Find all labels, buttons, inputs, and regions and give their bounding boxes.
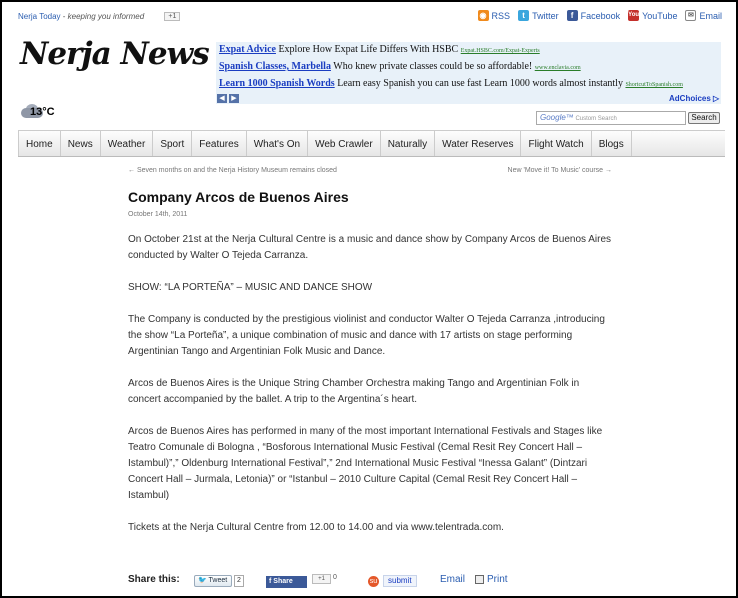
twitter-label: Twitter	[532, 10, 559, 21]
ad-title[interactable]: Spanish Classes, Marbella	[219, 61, 331, 72]
print-icon	[475, 575, 484, 584]
social-links: ◉ RSS t Twitter f Facebook You YouTube ✉ Emai…	[477, 10, 722, 21]
facebook-share-label: Share	[273, 578, 293, 585]
facebook-label: Facebook	[580, 10, 621, 21]
rss-link[interactable]: ◉ RSS	[477, 10, 511, 21]
share-bar: Share this: 🐦 Tweet 2 f Share +1 0 su su…	[128, 574, 628, 588]
ad-block: Expat Advice Explore How Expat Life Diff…	[216, 42, 721, 104]
ad-description: Learn easy Spanish you can use fast Lear…	[337, 78, 623, 89]
rss-label: RSS	[491, 10, 511, 21]
ad-description: Who knew private classes could be so aff…	[333, 61, 533, 72]
tweet-count: 2	[234, 575, 244, 587]
article-body: On October 21st at the Nerja Cultural Ce…	[128, 232, 612, 552]
nav-item-water-reserves[interactable]: Water Reserves	[435, 131, 522, 156]
search-button[interactable]: Search	[688, 112, 720, 124]
search-placeholder: Custom Search	[575, 116, 617, 122]
ad-description: Explore How Expat Life Differs With HSBC	[278, 44, 459, 55]
print-label: Print	[487, 574, 508, 585]
email-share-link[interactable]: Email	[440, 574, 465, 585]
stumbleupon-icon: su	[368, 575, 379, 587]
ad-item[interactable]: Learn 1000 Spanish Words Learn easy Span…	[219, 78, 683, 89]
ad-next-icon[interactable]: ▶	[229, 94, 239, 103]
ad-item[interactable]: Expat Advice Explore How Expat Life Diff…	[219, 44, 540, 55]
submit-label: submit	[383, 575, 417, 587]
site-name-link[interactable]: Nerja Today	[18, 12, 61, 21]
email-top-link[interactable]: ✉ Email	[685, 10, 722, 21]
nav-item-web-crawler[interactable]: Web Crawler	[308, 131, 381, 156]
next-post-link[interactable]: New 'Move it! To Music' course →	[508, 167, 612, 174]
main-nav: Home News Weather Sport Features What's …	[18, 130, 725, 157]
article-paragraph: Tickets at the Nerja Cultural Centre fro…	[128, 522, 504, 533]
gplus-count: 0	[333, 574, 337, 581]
article-paragraph: Arcos de Buenos Aires is the Unique Stri…	[128, 378, 580, 405]
temperature: 13°C	[30, 106, 55, 118]
ad-url[interactable]: www.enclavia.com	[535, 65, 581, 71]
youtube-label: YouTube	[642, 10, 678, 21]
gplus-top-button[interactable]: +1	[164, 12, 181, 22]
ad-prev-icon[interactable]: ◀	[217, 94, 227, 103]
nav-item-features[interactable]: Features	[192, 131, 247, 156]
ad-title[interactable]: Expat Advice	[219, 44, 276, 55]
weather-widget[interactable]: 13°C	[19, 102, 55, 120]
nav-item-blogs[interactable]: Blogs	[592, 131, 632, 156]
twitter-bird-icon: 🐦	[198, 577, 207, 584]
nav-item-news[interactable]: News	[61, 131, 101, 156]
nav-item-flight-watch[interactable]: Flight Watch	[521, 131, 592, 156]
google-brand: Google™	[540, 113, 574, 122]
tagline-text: keeping you informed	[67, 12, 145, 21]
share-label: Share this:	[128, 574, 180, 585]
twitter-icon: t	[518, 10, 530, 21]
previous-post-link[interactable]: ← Seven months on and the Nerja History …	[128, 167, 337, 174]
youtube-link[interactable]: You YouTube	[628, 10, 677, 21]
ad-pager: ◀ ▶	[217, 94, 239, 103]
facebook-share-button[interactable]: f Share	[266, 576, 307, 588]
ad-url[interactable]: ShortcutToSpanish.com	[625, 82, 682, 88]
nav-item-naturally[interactable]: Naturally	[381, 131, 436, 156]
article-title: Company Arcos de Buenos Aires	[128, 189, 349, 205]
facebook-icon: f	[269, 578, 272, 585]
facebook-link[interactable]: f Facebook	[566, 10, 621, 21]
rss-icon: ◉	[477, 10, 489, 21]
site-tagline: Nerja Today - keeping you informed +1	[18, 12, 181, 22]
nav-item-whats-on[interactable]: What's On	[247, 131, 309, 156]
ad-url[interactable]: Expat.HSBC.com/Expat-Experts	[461, 48, 540, 54]
ad-item[interactable]: Spanish Classes, Marbella Who knew priva…	[219, 61, 581, 72]
facebook-icon: f	[566, 10, 578, 21]
top-bar: Nerja Today - keeping you informed +1 ◉ R…	[18, 10, 722, 26]
article-paragraph: Arcos de Buenos Aires has performed in m…	[128, 426, 603, 501]
tweet-label: Tweet	[208, 577, 228, 584]
article-paragraph: SHOW: “LA PORTEÑA” – MUSIC AND DANCE SHO…	[128, 282, 373, 293]
adchoices-link[interactable]: AdChoices ▷	[669, 94, 719, 103]
email-top-label: Email	[699, 10, 722, 21]
print-link[interactable]: Print	[475, 574, 508, 585]
article-paragraph: The Company is conducted by the prestigi…	[128, 314, 605, 357]
twitter-link[interactable]: t Twitter	[518, 10, 559, 21]
article-paragraph: On October 21st at the Nerja Cultural Ce…	[128, 234, 612, 261]
stumbleupon-button[interactable]: su submit	[368, 575, 417, 587]
nav-item-weather[interactable]: Weather	[101, 131, 154, 156]
site-logo[interactable]: Nerja News	[20, 36, 210, 72]
ad-title[interactable]: Learn 1000 Spanish Words	[219, 78, 335, 89]
tagline-separator: -	[60, 12, 68, 21]
article-date: October 14th, 2011	[128, 211, 188, 218]
search-input[interactable]: Google™ Custom Search	[536, 111, 686, 125]
page-frame: Nerja Today - keeping you informed +1 ◉ R…	[0, 0, 738, 598]
nav-item-home[interactable]: Home	[18, 131, 61, 156]
email-icon: ✉	[685, 10, 697, 21]
tweet-button[interactable]: 🐦 Tweet	[194, 575, 232, 587]
gplus-button[interactable]: +1	[312, 574, 331, 584]
youtube-icon: You	[628, 10, 640, 21]
nav-item-sport[interactable]: Sport	[153, 131, 193, 156]
